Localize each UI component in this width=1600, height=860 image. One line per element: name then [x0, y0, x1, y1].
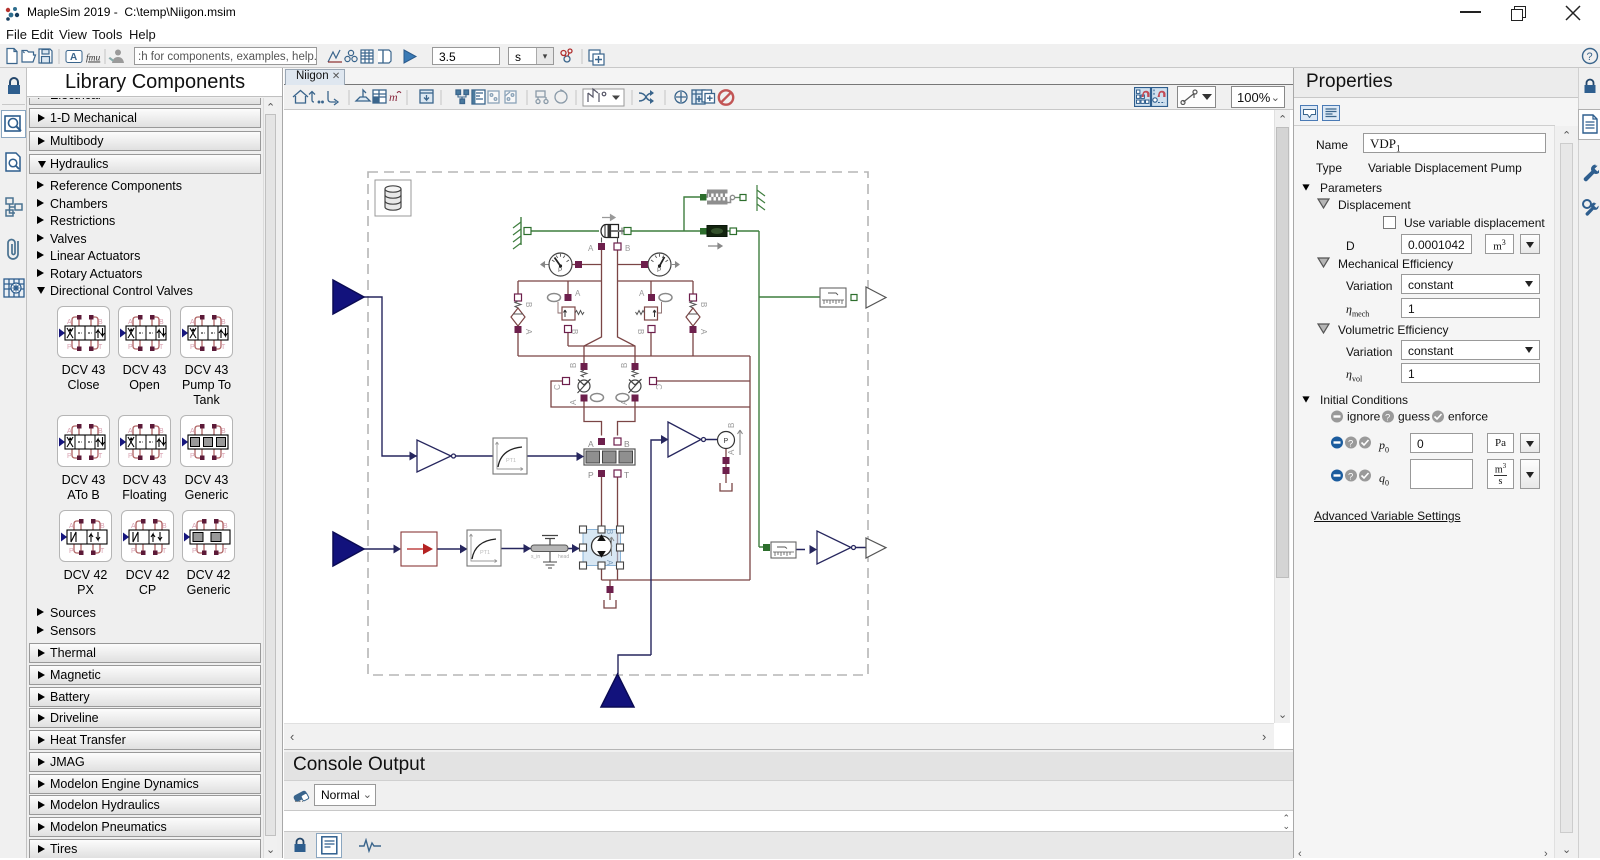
svg-text:A: A — [588, 244, 594, 253]
svg-text:B: B — [524, 302, 533, 307]
svg-text:?: ? — [1348, 439, 1353, 450]
svg-text:C: C — [654, 384, 663, 390]
svg-text:fmu: fmu — [86, 53, 101, 64]
svg-text:enforce: enforce — [1448, 410, 1488, 424]
svg-text:?: ? — [1587, 51, 1593, 63]
svg-text:P: P — [558, 267, 562, 274]
svg-text:C: C — [553, 384, 562, 390]
svg-text:B: B — [625, 244, 630, 253]
svg-text:guess: guess — [1398, 410, 1430, 424]
svg-text:A: A — [524, 329, 533, 335]
svg-text:PT1: PT1 — [506, 458, 516, 464]
svg-text:s_in: s_in — [531, 554, 540, 560]
svg-text:A: A — [569, 399, 578, 405]
svg-text:B: B — [624, 439, 630, 449]
svg-text:A: A — [588, 439, 594, 449]
svg-text:A: A — [575, 289, 581, 298]
svg-text:P: P — [724, 438, 729, 445]
svg-text:A: A — [605, 560, 614, 566]
svg-text:?: ? — [1348, 472, 1353, 483]
svg-text:A: A — [639, 289, 645, 298]
svg-text:A: A — [70, 52, 77, 63]
svg-text:m: m — [389, 90, 398, 104]
svg-text:P: P — [588, 470, 594, 480]
svg-text:A: A — [727, 449, 736, 455]
svg-text:?: ? — [1385, 413, 1390, 424]
svg-text:ignore: ignore — [1347, 410, 1381, 424]
svg-text:head: head — [558, 554, 569, 560]
svg-text:B: B — [570, 329, 579, 334]
svg-text:B: B — [569, 363, 578, 368]
svg-text:B: B — [605, 529, 614, 534]
svg-text:B: B — [727, 423, 736, 428]
svg-text:P: P — [657, 267, 661, 274]
svg-text:B: B — [636, 329, 645, 334]
svg-text:T: T — [624, 470, 629, 480]
